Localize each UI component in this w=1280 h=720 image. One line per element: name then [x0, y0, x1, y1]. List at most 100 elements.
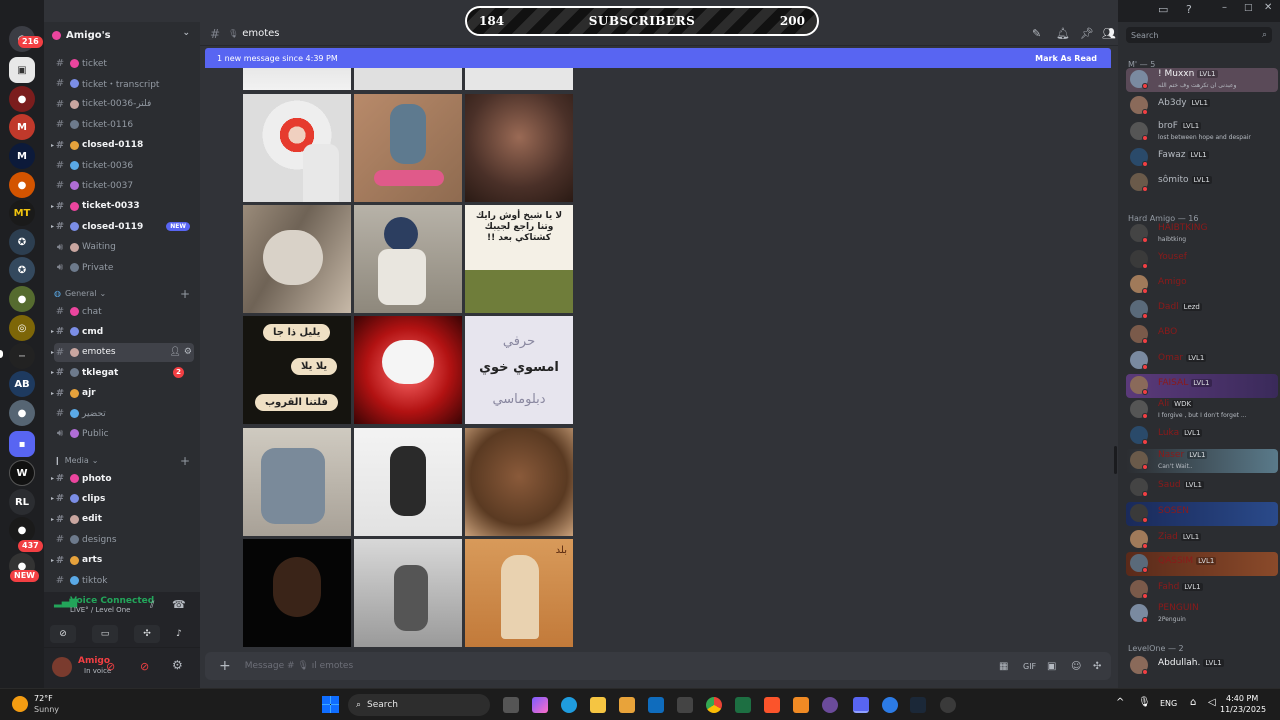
sticker-icon[interactable]: ▣	[1047, 661, 1056, 672]
channel-item[interactable]: 🔊︎ Waiting	[54, 238, 194, 257]
server-icon[interactable]: MT	[9, 200, 35, 226]
server-icon[interactable]: ●	[9, 400, 35, 426]
image-tile[interactable]	[465, 428, 573, 536]
add-attachment-icon[interactable]: +	[219, 658, 231, 674]
threads-icon[interactable]: ✎	[1032, 27, 1041, 40]
image-tile[interactable]	[243, 68, 351, 90]
channel-item[interactable]: ▸ # ticket-0033	[51, 197, 194, 216]
new-messages-bar[interactable]: 1 new message since 4:39 PM Mark As Read	[205, 48, 1111, 68]
image-tile[interactable]	[465, 94, 573, 202]
image-tile[interactable]	[243, 94, 351, 202]
image-tile[interactable]: يليل ذا جا يلا يلا فلتنا القروب	[243, 316, 351, 424]
emoji-icon[interactable]: ☺	[1071, 661, 1081, 672]
tray-chevron-icon[interactable]: ^	[1116, 697, 1124, 708]
avatar[interactable]	[52, 657, 72, 677]
pin-icon[interactable]: 📌︎	[1080, 27, 1094, 40]
mic-tray-icon[interactable]: 🎙︎	[1138, 697, 1151, 708]
image-tile[interactable]	[354, 428, 462, 536]
channel-item[interactable]: # تحضير	[54, 404, 194, 423]
server-icon[interactable]: ●	[9, 286, 35, 312]
member-item[interactable]: HAIBTKING haibtking	[1126, 222, 1278, 246]
member-item[interactable]: Ali WDK I forgive , but I don't forget ...	[1126, 398, 1278, 422]
image-tile[interactable]	[354, 205, 462, 313]
member-item[interactable]: ABO	[1126, 323, 1278, 347]
member-item[interactable]: Dadl Lezd	[1126, 298, 1278, 322]
channel-item[interactable]: # chat	[54, 302, 194, 321]
app-icon[interactable]	[677, 697, 693, 713]
maximize-icon[interactable]: □	[1244, 3, 1253, 13]
inbox-icon[interactable]: ▭	[1158, 3, 1168, 16]
apps-icon[interactable]: ✣	[1093, 661, 1101, 672]
mute-icon[interactable]: ⊘	[106, 660, 115, 673]
voice-channel[interactable]: LIVE° / Level One	[70, 606, 130, 614]
file-explorer-icon[interactable]	[590, 697, 606, 713]
app-icon[interactable]	[882, 697, 898, 713]
channel-item[interactable]: ▸ # photo	[51, 469, 194, 488]
channel-item[interactable]: # ticket-0036-فلتر	[54, 95, 194, 114]
add-channel-icon[interactable]: +	[180, 287, 190, 301]
channel-item[interactable]: ▸ # clips	[51, 489, 194, 508]
member-item[interactable]: Ziad LVL1	[1126, 528, 1278, 552]
server-folder[interactable]: ▪	[9, 431, 35, 457]
channel-item[interactable]: # ticket-0036	[54, 156, 194, 175]
bell-icon[interactable]: 🔔︎	[1056, 27, 1070, 40]
server-icon[interactable]: ⋯	[9, 343, 35, 369]
channel-item[interactable]: ▸ # emotes 👤︎ ⚙	[51, 342, 194, 362]
scrollbar-thumb[interactable]	[1114, 446, 1117, 474]
member-item[interactable]: Yousef	[1126, 248, 1278, 272]
screen-share-button[interactable]: ▭	[92, 625, 118, 643]
member-item[interactable]: ! Muxxn LVL1 وعبدنی ان تکرهت وف ختم الله	[1126, 68, 1278, 92]
discord-icon[interactable]	[853, 697, 869, 713]
server-icon[interactable]: ●	[9, 86, 35, 112]
channel-item[interactable]: 🔊︎ Public	[54, 424, 194, 443]
channel-item[interactable]: # ticket-0116	[54, 115, 194, 134]
server-icon[interactable]: W	[9, 460, 35, 486]
image-tile[interactable]: بلد	[465, 539, 573, 647]
taskview-icon[interactable]	[503, 697, 519, 713]
channel-item[interactable]: ▸ # closed-0119 NEW	[51, 217, 194, 236]
category-general[interactable]: ◍ General ⌄ +	[54, 287, 190, 301]
image-tile[interactable]	[243, 539, 351, 647]
search-input[interactable]: Search ⌕	[1126, 27, 1272, 43]
server-icon[interactable]: RL	[9, 489, 35, 515]
image-tile[interactable]	[465, 68, 573, 90]
start-icon[interactable]	[322, 696, 339, 713]
server-icon[interactable]: ●	[9, 172, 35, 198]
outlook-icon[interactable]	[648, 697, 664, 713]
volume-icon[interactable]: ◁	[1208, 697, 1216, 708]
member-item[interactable]: PENGUIN 2Penguin	[1126, 602, 1278, 626]
server-icon[interactable]: ◎	[9, 315, 35, 341]
member-item[interactable]: sômito LVL1	[1126, 171, 1278, 195]
channel-item[interactable]: 🔊︎ Private	[54, 258, 194, 277]
member-item[interactable]: Omar LVL1	[1126, 349, 1278, 373]
excel-icon[interactable]	[735, 697, 751, 713]
obs-icon[interactable]	[822, 697, 838, 713]
clock-time[interactable]: 4:40 PM	[1226, 694, 1258, 703]
member-item[interactable]: broF LVL1 lost between hope and despair	[1126, 120, 1278, 144]
brave-icon[interactable]	[764, 697, 780, 713]
image-tile[interactable]: لا يا شيخ أوش رايك وتنا راجع لجيبك كشتاك…	[465, 205, 573, 313]
weather-temp[interactable]: 72°F	[34, 694, 53, 703]
member-item[interactable]: Naser LVL1 Can't Wait..	[1126, 449, 1278, 473]
member-item[interactable]: SOSEN	[1126, 502, 1278, 526]
message-composer[interactable]: + Message # 🎙 ıl emotes ▦ GIF ▣ ☺ ✣	[205, 652, 1111, 680]
channel-item[interactable]: ▸ # ajr	[51, 384, 194, 403]
store-icon[interactable]	[619, 697, 635, 713]
server-icon[interactable]: ▣	[9, 57, 35, 83]
gif-icon[interactable]: GIF	[1023, 662, 1036, 671]
image-tile[interactable]: حرفي امسوي خوي دبلوماسي	[465, 316, 573, 424]
weather-icon[interactable]	[12, 696, 28, 712]
member-item[interactable]: Saud LVL1	[1126, 476, 1278, 500]
minimize-icon[interactable]: –	[1222, 2, 1227, 13]
member-item[interactable]: FAISAL LVL1	[1126, 374, 1278, 398]
channel-item[interactable]: ▸ # closed-0118	[51, 136, 194, 155]
image-tile[interactable]	[354, 94, 462, 202]
chrome-icon[interactable]	[706, 697, 722, 713]
server-icon[interactable]: ✪	[9, 229, 35, 255]
image-tile[interactable]	[243, 428, 351, 536]
member-item[interactable]: Luka LVL1	[1126, 424, 1278, 448]
network-icon[interactable]: ⌂	[1190, 697, 1196, 708]
image-tile[interactable]	[354, 316, 462, 424]
app-icon[interactable]	[940, 697, 956, 713]
image-tile[interactable]	[354, 539, 462, 647]
